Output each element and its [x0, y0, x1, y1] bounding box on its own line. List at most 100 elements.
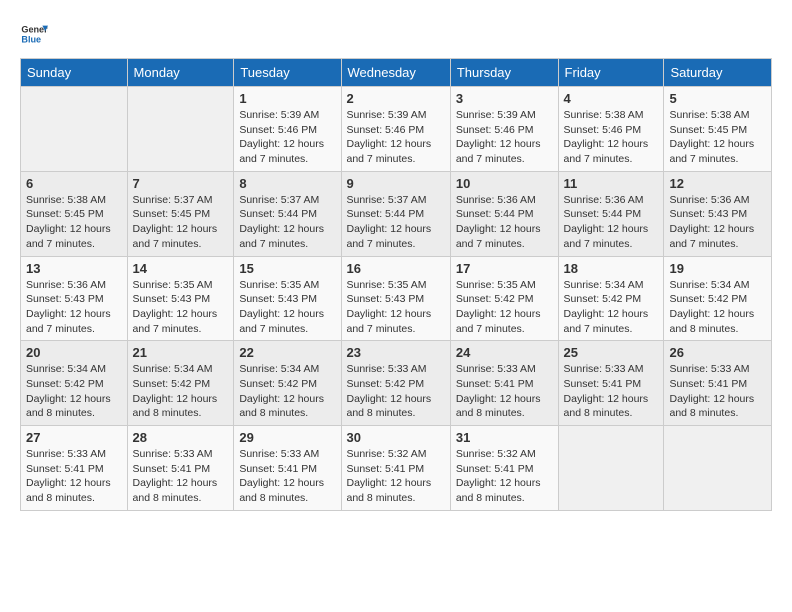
- day-info: Sunrise: 5:34 AM Sunset: 5:42 PM Dayligh…: [133, 362, 229, 421]
- calendar-cell: 17 Sunrise: 5:35 AM Sunset: 5:42 PM Dayli…: [450, 256, 558, 341]
- calendar-cell: 12Sunrise: 5:36 AM Sunset: 5:43 PM Dayli…: [664, 171, 772, 256]
- calendar-cell: 28 Sunrise: 5:33 AM Sunset: 5:41 PM Dayli…: [127, 426, 234, 511]
- day-info: Sunrise: 5:37 AM Sunset: 5:44 PM Dayligh…: [239, 193, 335, 252]
- calendar-cell: 14Sunrise: 5:35 AM Sunset: 5:43 PM Dayli…: [127, 256, 234, 341]
- calendar-cell: 3 Sunrise: 5:39 AM Sunset: 5:46 PM Daylig…: [450, 87, 558, 172]
- day-number: 14: [133, 261, 229, 276]
- day-number: 17: [456, 261, 553, 276]
- day-info: Sunrise: 5:38 AM Sunset: 5:46 PM Dayligh…: [564, 108, 659, 167]
- day-number: 4: [564, 91, 659, 106]
- day-number: 5: [669, 91, 766, 106]
- header-day-friday: Friday: [558, 59, 664, 87]
- day-info: Sunrise: 5:34 AM Sunset: 5:42 PM Dayligh…: [564, 278, 659, 337]
- logo: General Blue: [20, 20, 52, 48]
- day-number: 21: [133, 345, 229, 360]
- day-number: 6: [26, 176, 122, 191]
- week-row-1: 1 Sunrise: 5:39 AM Sunset: 5:46 PM Daylig…: [21, 87, 772, 172]
- day-number: 10: [456, 176, 553, 191]
- day-info: Sunrise: 5:33 AM Sunset: 5:41 PM Dayligh…: [564, 362, 659, 421]
- day-number: 25: [564, 345, 659, 360]
- calendar-cell: 22 Sunrise: 5:34 AM Sunset: 5:42 PM Dayli…: [234, 341, 341, 426]
- day-info: Sunrise: 5:33 AM Sunset: 5:41 PM Dayligh…: [669, 362, 766, 421]
- week-row-2: 6 Sunrise: 5:38 AM Sunset: 5:45 PM Daylig…: [21, 171, 772, 256]
- day-info: Sunrise: 5:38 AM Sunset: 5:45 PM Dayligh…: [26, 193, 122, 252]
- calendar-cell: 1 Sunrise: 5:39 AM Sunset: 5:46 PM Daylig…: [234, 87, 341, 172]
- calendar-cell: 18Sunrise: 5:34 AM Sunset: 5:42 PM Dayli…: [558, 256, 664, 341]
- calendar-cell: 13 Sunrise: 5:36 AM Sunset: 5:43 PM Dayli…: [21, 256, 128, 341]
- calendar-cell: [127, 87, 234, 172]
- day-number: 31: [456, 430, 553, 445]
- day-info: Sunrise: 5:34 AM Sunset: 5:42 PM Dayligh…: [239, 362, 335, 421]
- calendar-cell: [558, 426, 664, 511]
- day-number: 26: [669, 345, 766, 360]
- day-info: Sunrise: 5:38 AM Sunset: 5:45 PM Dayligh…: [669, 108, 766, 167]
- day-info: Sunrise: 5:35 AM Sunset: 5:43 PM Dayligh…: [239, 278, 335, 337]
- day-number: 24: [456, 345, 553, 360]
- calendar-cell: 30Sunrise: 5:32 AM Sunset: 5:41 PM Dayli…: [341, 426, 450, 511]
- day-number: 19: [669, 261, 766, 276]
- header-day-monday: Monday: [127, 59, 234, 87]
- header-row: SundayMondayTuesdayWednesdayThursdayFrid…: [21, 59, 772, 87]
- header-day-thursday: Thursday: [450, 59, 558, 87]
- day-number: 8: [239, 176, 335, 191]
- day-number: 15: [239, 261, 335, 276]
- calendar-cell: 21 Sunrise: 5:34 AM Sunset: 5:42 PM Dayli…: [127, 341, 234, 426]
- calendar-header: SundayMondayTuesdayWednesdayThursdayFrid…: [21, 59, 772, 87]
- day-info: Sunrise: 5:33 AM Sunset: 5:41 PM Dayligh…: [26, 447, 122, 506]
- day-number: 27: [26, 430, 122, 445]
- week-row-4: 20 Sunrise: 5:34 AM Sunset: 5:42 PM Dayli…: [21, 341, 772, 426]
- day-info: Sunrise: 5:33 AM Sunset: 5:42 PM Dayligh…: [347, 362, 445, 421]
- calendar-cell: 31 Sunrise: 5:32 AM Sunset: 5:41 PM Dayli…: [450, 426, 558, 511]
- calendar-cell: 2Sunrise: 5:39 AM Sunset: 5:46 PM Daylig…: [341, 87, 450, 172]
- day-number: 2: [347, 91, 445, 106]
- calendar-cell: 25 Sunrise: 5:33 AM Sunset: 5:41 PM Dayli…: [558, 341, 664, 426]
- day-number: 28: [133, 430, 229, 445]
- day-info: Sunrise: 5:36 AM Sunset: 5:43 PM Dayligh…: [26, 278, 122, 337]
- calendar-cell: 27 Sunrise: 5:33 AM Sunset: 5:41 PM Dayli…: [21, 426, 128, 511]
- header-day-saturday: Saturday: [664, 59, 772, 87]
- calendar-cell: 5 Sunrise: 5:38 AM Sunset: 5:45 PM Daylig…: [664, 87, 772, 172]
- svg-text:Blue: Blue: [21, 34, 41, 44]
- day-info: Sunrise: 5:35 AM Sunset: 5:43 PM Dayligh…: [347, 278, 445, 337]
- day-number: 22: [239, 345, 335, 360]
- day-number: 16: [347, 261, 445, 276]
- calendar-cell: [664, 426, 772, 511]
- day-number: 1: [239, 91, 335, 106]
- week-row-3: 13 Sunrise: 5:36 AM Sunset: 5:43 PM Dayli…: [21, 256, 772, 341]
- day-info: Sunrise: 5:33 AM Sunset: 5:41 PM Dayligh…: [456, 362, 553, 421]
- day-info: Sunrise: 5:39 AM Sunset: 5:46 PM Dayligh…: [239, 108, 335, 167]
- week-row-5: 27 Sunrise: 5:33 AM Sunset: 5:41 PM Dayli…: [21, 426, 772, 511]
- calendar-cell: 8 Sunrise: 5:37 AM Sunset: 5:44 PM Daylig…: [234, 171, 341, 256]
- day-info: Sunrise: 5:36 AM Sunset: 5:44 PM Dayligh…: [564, 193, 659, 252]
- calendar-cell: 7Sunrise: 5:37 AM Sunset: 5:45 PM Daylig…: [127, 171, 234, 256]
- day-info: Sunrise: 5:36 AM Sunset: 5:44 PM Dayligh…: [456, 193, 553, 252]
- day-number: 7: [133, 176, 229, 191]
- day-number: 29: [239, 430, 335, 445]
- page-header: General Blue: [20, 20, 772, 48]
- calendar-cell: 10 Sunrise: 5:36 AM Sunset: 5:44 PM Dayli…: [450, 171, 558, 256]
- calendar-cell: 23 Sunrise: 5:33 AM Sunset: 5:42 PM Dayli…: [341, 341, 450, 426]
- day-info: Sunrise: 5:37 AM Sunset: 5:44 PM Dayligh…: [347, 193, 445, 252]
- day-info: Sunrise: 5:32 AM Sunset: 5:41 PM Dayligh…: [456, 447, 553, 506]
- day-number: 20: [26, 345, 122, 360]
- day-info: Sunrise: 5:34 AM Sunset: 5:42 PM Dayligh…: [26, 362, 122, 421]
- day-number: 3: [456, 91, 553, 106]
- day-info: Sunrise: 5:35 AM Sunset: 5:42 PM Dayligh…: [456, 278, 553, 337]
- calendar-cell: 9Sunrise: 5:37 AM Sunset: 5:44 PM Daylig…: [341, 171, 450, 256]
- calendar-cell: 11Sunrise: 5:36 AM Sunset: 5:44 PM Dayli…: [558, 171, 664, 256]
- header-day-sunday: Sunday: [21, 59, 128, 87]
- day-info: Sunrise: 5:39 AM Sunset: 5:46 PM Dayligh…: [456, 108, 553, 167]
- calendar-cell: 15 Sunrise: 5:35 AM Sunset: 5:43 PM Dayli…: [234, 256, 341, 341]
- day-number: 23: [347, 345, 445, 360]
- calendar-cell: 6 Sunrise: 5:38 AM Sunset: 5:45 PM Daylig…: [21, 171, 128, 256]
- day-info: Sunrise: 5:33 AM Sunset: 5:41 PM Dayligh…: [133, 447, 229, 506]
- calendar-cell: 24 Sunrise: 5:33 AM Sunset: 5:41 PM Dayli…: [450, 341, 558, 426]
- day-number: 13: [26, 261, 122, 276]
- header-day-tuesday: Tuesday: [234, 59, 341, 87]
- day-info: Sunrise: 5:32 AM Sunset: 5:41 PM Dayligh…: [347, 447, 445, 506]
- calendar-table: SundayMondayTuesdayWednesdayThursdayFrid…: [20, 58, 772, 511]
- day-info: Sunrise: 5:33 AM Sunset: 5:41 PM Dayligh…: [239, 447, 335, 506]
- header-day-wednesday: Wednesday: [341, 59, 450, 87]
- day-info: Sunrise: 5:34 AM Sunset: 5:42 PM Dayligh…: [669, 278, 766, 337]
- calendar-cell: 16 Sunrise: 5:35 AM Sunset: 5:43 PM Dayli…: [341, 256, 450, 341]
